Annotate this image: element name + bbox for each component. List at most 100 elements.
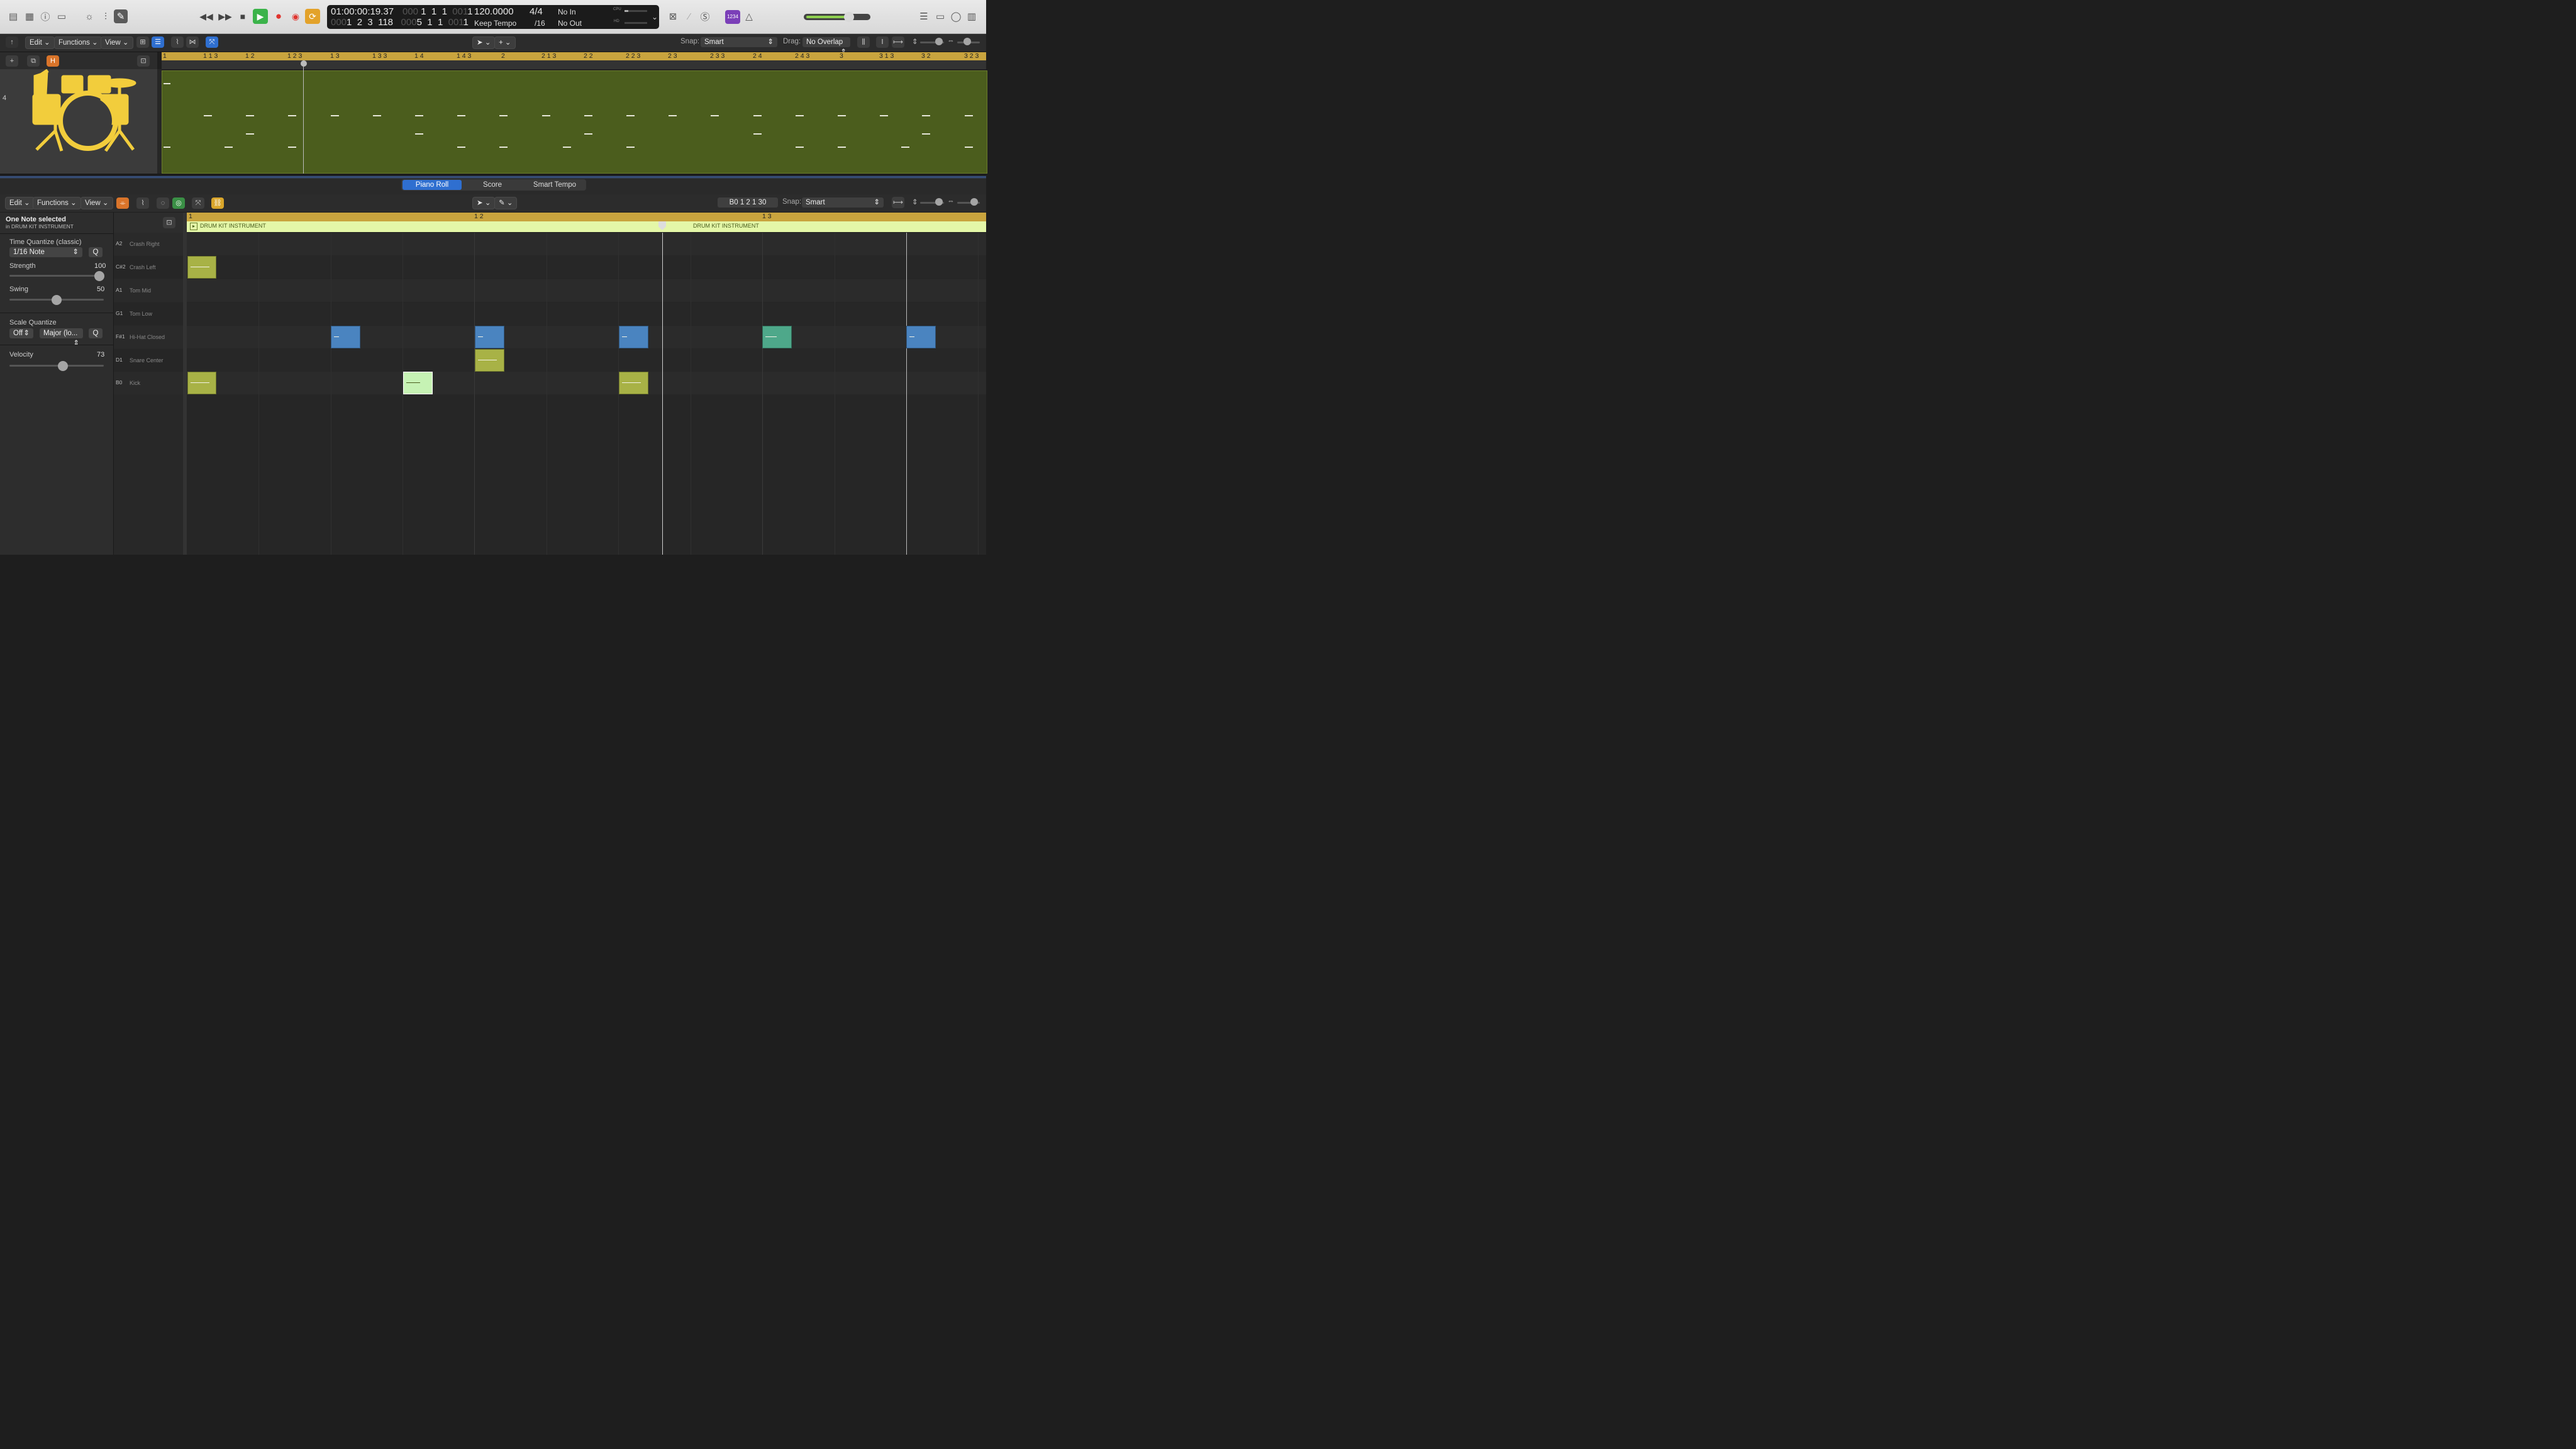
strength-knob[interactable] — [94, 271, 104, 281]
automation-icon[interactable]: ⌇ — [171, 36, 184, 48]
edit-menu[interactable]: Edit ⌄ — [25, 36, 55, 49]
view-menu[interactable]: View ⌄ — [101, 36, 133, 49]
note-snare[interactable] — [475, 349, 504, 372]
scale-mode-select[interactable]: Major (lo... ⇕ — [40, 328, 83, 347]
horizontal-zoom-knob[interactable] — [963, 38, 971, 45]
secondary-tool-menu[interactable]: + ⌄ — [494, 36, 516, 49]
functions-menu[interactable]: Functions ⌄ — [54, 36, 103, 49]
note-grid[interactable] — [187, 233, 986, 555]
automation-icon[interactable]: ⌇ — [136, 197, 149, 209]
inspector-icon[interactable]: ▦ — [23, 9, 36, 23]
global-tracks-icon[interactable]: ⊡ — [137, 55, 150, 67]
toolbar-icon[interactable]: ▭ — [55, 9, 69, 23]
low-latency-icon[interactable]: ⊠ — [666, 9, 680, 23]
track-header-drum-kit[interactable]: 4 — [0, 69, 157, 174]
collapse-icon[interactable]: ⊡ — [163, 217, 175, 228]
tab-smart-tempo[interactable]: Smart Tempo — [525, 180, 585, 190]
vertical-zoom-knob[interactable] — [935, 38, 943, 45]
snap-select[interactable]: Smart ⇕ — [701, 37, 777, 47]
piano-edit-menu[interactable]: Edit ⌄ — [5, 197, 35, 209]
marker-lane[interactable] — [162, 60, 986, 70]
play-icon[interactable]: ▶ — [253, 9, 268, 24]
note-hihat[interactable] — [619, 326, 648, 348]
list-icon[interactable]: ☰ — [917, 9, 931, 23]
note-hihat[interactable] — [762, 326, 792, 348]
key-row[interactable]: A1 Tom Mid — [114, 279, 183, 302]
record-icon[interactable]: ● — [271, 9, 286, 24]
stop-icon[interactable]: ■ — [235, 9, 250, 24]
add-track-icon[interactable]: + — [6, 55, 18, 67]
time-signature[interactable]: 4/4 — [530, 6, 543, 17]
catch-icon[interactable]: ⤧ — [206, 36, 218, 48]
hide-track-button[interactable]: H — [47, 55, 59, 67]
piano-roll-ruler[interactable]: 1 1 2 1 3 — [187, 213, 986, 221]
library-icon[interactable]: ▤ — [6, 9, 20, 23]
tempo-value[interactable]: 120.0000 — [474, 6, 514, 17]
tab-piano-roll[interactable]: Piano Roll — [402, 180, 462, 190]
master-volume-slider[interactable] — [804, 12, 870, 22]
rewind-icon[interactable]: ◀◀ — [199, 9, 214, 24]
playhead-handle[interactable] — [301, 60, 307, 67]
tuner-icon[interactable]: ⁄ — [682, 9, 696, 23]
key-row[interactable]: F#1 Hi-Hat Closed — [114, 326, 183, 348]
velocity-slider[interactable] — [9, 365, 104, 367]
piano-horizontal-zoom-knob[interactable] — [970, 198, 978, 206]
solo-icon[interactable]: Ⓢ — [698, 9, 712, 23]
metronome-icon[interactable]: △ — [742, 9, 756, 23]
note-kick[interactable] — [187, 372, 216, 394]
piano-vertical-zoom-knob[interactable] — [935, 198, 943, 206]
scale-quantize-q-button[interactable]: Q — [89, 328, 103, 338]
brightness-icon[interactable]: ☼ — [82, 9, 96, 23]
note-hihat[interactable] — [906, 326, 936, 348]
grid-view-icon[interactable]: ⊞ — [136, 36, 149, 48]
velocity-knob[interactable] — [58, 361, 68, 371]
midi-out-icon[interactable]: ◌ — [157, 197, 169, 209]
help-icon[interactable]: ⓘ — [38, 9, 52, 23]
pencil-icon[interactable]: ✎ — [114, 9, 128, 23]
piano-pointer-tool-menu[interactable]: ➤ ⌄ — [472, 197, 496, 209]
time-quantize-q-button[interactable]: Q — [89, 247, 103, 257]
lcd-display[interactable]: 01:00:00:19.37 000 1 1 1 0011 0001 2 3 1… — [327, 5, 659, 29]
loop-browser-icon[interactable]: ◯ — [949, 9, 963, 23]
key-row[interactable]: A2 Crash Right — [114, 233, 183, 255]
link-icon[interactable]: ⛓ — [211, 197, 224, 209]
count-in-icon[interactable]: 1234 — [725, 10, 740, 24]
lcd-menu-chevron-icon[interactable]: ⌄ — [652, 13, 658, 21]
note-hihat[interactable] — [331, 326, 360, 348]
fit-vertical-icon[interactable]: Ⅰ — [876, 36, 889, 48]
tab-score[interactable]: Score — [463, 180, 522, 190]
fit-horizontal-icon[interactable]: ⟼ — [892, 36, 904, 48]
note-kick[interactable] — [619, 372, 648, 394]
piano-fit-horizontal-icon[interactable]: ⟼ — [892, 197, 904, 208]
mixer-icon[interactable]: ⫶ — [99, 9, 113, 23]
back-arrow-icon[interactable]: ↑ — [6, 36, 18, 48]
key-row[interactable]: C#2 Crash Left — [114, 256, 183, 279]
note-kick-selected[interactable] — [403, 372, 433, 394]
region-name-bar[interactable]: ▸ DRUM KIT INSTRUMENT DRUM KIT INSTRUMEN… — [187, 221, 986, 232]
notepad-icon[interactable]: ▭ — [933, 9, 947, 23]
pointer-tool-menu[interactable]: ➤ ⌄ — [472, 36, 496, 49]
duplicate-track-icon[interactable]: ⧉ — [27, 55, 40, 67]
region-loop-icon[interactable]: ▸ — [190, 223, 197, 230]
capture-icon[interactable]: ◉ — [288, 9, 303, 24]
time-quantize-select[interactable]: 1/16 Note ⇕ — [9, 247, 82, 257]
flex-icon[interactable]: ⋈ — [186, 36, 199, 48]
draw-icon[interactable]: ◎ — [172, 197, 185, 209]
fast-forward-icon[interactable]: ▶▶ — [218, 9, 233, 24]
piano-functions-menu[interactable]: Functions ⌄ — [33, 197, 81, 209]
division[interactable]: /16 — [535, 19, 545, 28]
midi-in-icon[interactable]: ⌯ — [116, 197, 129, 209]
media-icon[interactable]: ▥ — [965, 9, 979, 23]
piano-view-menu[interactable]: View ⌄ — [80, 197, 113, 209]
list-view-icon[interactable]: ☰ — [152, 36, 164, 48]
tracks-ruler[interactable]: 1 1 1 3 1 2 1 2 3 1 3 1 3 3 1 4 1 4 3 2 … — [162, 52, 986, 60]
piano-snap-select[interactable]: Smart ⇕ — [802, 197, 884, 208]
piano-pencil-tool-menu[interactable]: ✎ ⌄ — [494, 197, 518, 209]
key-row[interactable]: G1 Tom Low — [114, 303, 183, 325]
key-row[interactable]: D1 Snare Center — [114, 349, 183, 372]
tempo-mode[interactable]: Keep Tempo — [474, 19, 516, 28]
strength-slider[interactable] — [9, 275, 104, 277]
cycle-icon[interactable]: ⟳ — [305, 9, 320, 24]
waveform-zoom-icon[interactable]: ⫼ — [857, 36, 870, 48]
drum-region[interactable] — [162, 70, 987, 174]
